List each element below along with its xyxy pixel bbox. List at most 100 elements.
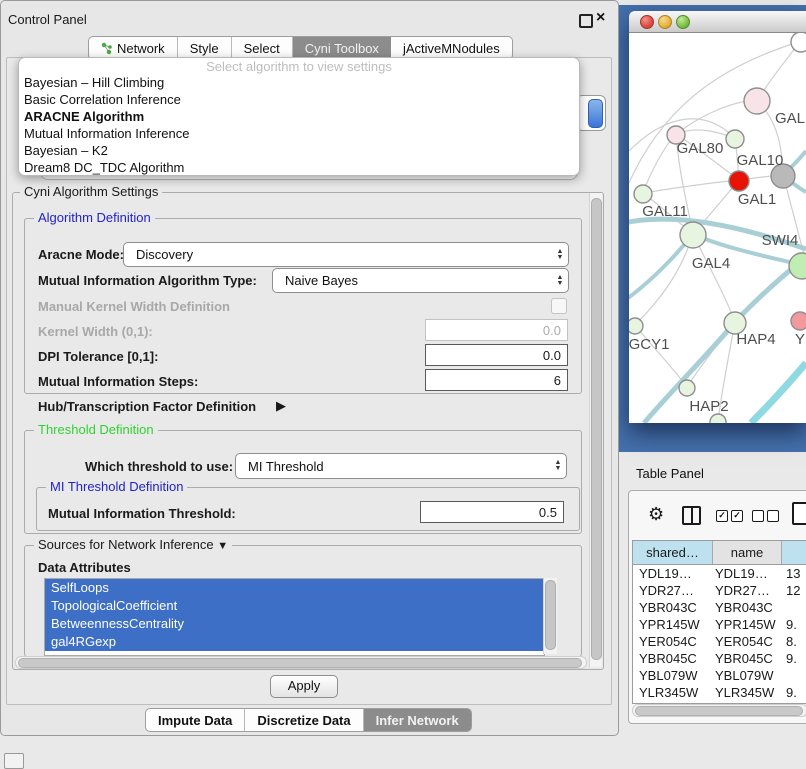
cell: 9. xyxy=(782,684,806,701)
table-row[interactable]: YPR145WYPR145W9. xyxy=(633,616,806,633)
algorithm-option[interactable]: Mutual Information Inference xyxy=(19,125,579,142)
gear-icon[interactable]: ⚙ xyxy=(648,504,664,525)
network-node-gal11[interactable] xyxy=(634,185,652,203)
mi-threshold-label: Mutual Information Threshold: xyxy=(48,506,236,521)
node-label: SWI4 xyxy=(762,232,799,249)
data-attributes-list[interactable]: SelfLoops TopologicalCoefficient Between… xyxy=(44,578,545,656)
cell: YBR043C xyxy=(713,599,782,616)
kernel-width-field[interactable]: 0.0 xyxy=(425,319,568,341)
column-header-partial[interactable] xyxy=(782,541,806,564)
manual-kernel-width-label: Manual Kernel Width Definition xyxy=(38,299,230,314)
tab-jactivemnodules[interactable]: jActiveMNodules xyxy=(391,37,512,59)
inference-algorithm-select[interactable] xyxy=(576,95,606,131)
sources-collapse-icon[interactable]: ▼ xyxy=(217,540,228,552)
scrollbar-thumb[interactable] xyxy=(18,658,582,668)
column-header-shared-name[interactable]: shared… xyxy=(633,541,713,564)
float-icon[interactable] xyxy=(579,14,593,28)
network-node-y[interactable] xyxy=(791,312,806,330)
stepper-highlight xyxy=(588,99,603,128)
split-columns-icon[interactable] xyxy=(682,506,701,525)
node-label: GCY1 xyxy=(629,336,669,353)
tab-network[interactable]: Network xyxy=(89,37,178,59)
scrollbar-thumb[interactable] xyxy=(591,198,602,660)
attribute-item[interactable]: SelfLoops xyxy=(45,579,544,597)
unchecked-box-icon[interactable] xyxy=(767,510,779,522)
attribute-item[interactable]: gal4RGexp xyxy=(45,633,544,651)
mi-steps-field[interactable]: 6 xyxy=(425,369,568,391)
unchecked-box-icon[interactable] xyxy=(752,510,764,522)
cell: YBR045C xyxy=(713,650,782,667)
network-window-titlebar[interactable] xyxy=(629,11,806,33)
hub-expand-icon[interactable]: ▶ xyxy=(276,398,286,414)
table-row[interactable]: YLR345WYLR345W9. xyxy=(633,684,806,701)
hub-definition-label: Hub/Transcription Factor Definition xyxy=(38,399,256,414)
apply-button[interactable]: Apply xyxy=(270,675,338,698)
settings-group-title: Cyni Algorithm Settings xyxy=(20,185,162,199)
mi-algorithm-type-select[interactable]: Naive Bayes ▲ ▼ xyxy=(272,268,569,293)
cell: YER054C xyxy=(713,633,782,650)
attribute-item[interactable]: BetweennessCentrality xyxy=(45,615,544,633)
network-node-hap2[interactable] xyxy=(679,380,695,396)
mi-steps-value: 6 xyxy=(554,373,567,388)
algorithm-option[interactable]: Bayesian – Hill Climbing xyxy=(19,74,579,91)
settings-horizontal-scrollbar[interactable] xyxy=(15,656,587,669)
network-node-swi4[interactable] xyxy=(789,253,806,279)
tab-cyni-toolbox[interactable]: Cyni Toolbox xyxy=(293,37,391,59)
table-row[interactable]: YBR045CYBR045C9. xyxy=(633,650,806,667)
tab-select[interactable]: Select xyxy=(232,37,293,59)
scrollbar-thumb[interactable] xyxy=(545,580,556,650)
network-node-gal4[interactable] xyxy=(680,222,706,248)
algorithm-option[interactable]: Basic Correlation Inference xyxy=(19,91,579,108)
network-tab-icon xyxy=(101,42,113,55)
aracne-mode-label: Aracne Mode: xyxy=(38,247,124,262)
network-node-gal10[interactable] xyxy=(726,130,744,148)
attribute-item[interactable]: TopologicalCoefficient xyxy=(45,597,544,615)
manual-kernel-width-checkbox[interactable] xyxy=(551,298,567,314)
tab-label: Impute Data xyxy=(158,713,232,728)
close-icon[interactable]: × xyxy=(596,8,605,28)
algorithm-option[interactable]: Bayesian – K2 xyxy=(19,142,579,159)
minimize-traffic-light[interactable] xyxy=(658,15,672,29)
tab-discretize-data[interactable]: Discretize Data xyxy=(245,709,363,731)
network-node-gal[interactable] xyxy=(744,88,770,114)
sources-title-text: Sources for Network Inference xyxy=(38,537,214,552)
network-node[interactable] xyxy=(791,33,806,52)
scrollbar-thumb[interactable] xyxy=(635,706,803,716)
tab-style[interactable]: Style xyxy=(178,37,232,59)
node-label: Y xyxy=(795,331,805,348)
network-node-gal1[interactable] xyxy=(729,171,749,191)
sources-group-title: Sources for Network Inference ▼ xyxy=(34,538,232,553)
network-canvas[interactable]: GAL GAL80 GAL10 GAL1 GAL11 GAL4 SWI4 HAP… xyxy=(629,33,806,423)
settings-vertical-scrollbar[interactable] xyxy=(589,193,602,667)
tab-infer-network[interactable]: Infer Network xyxy=(364,709,471,731)
checked-box-icon[interactable]: ✓ xyxy=(716,510,728,522)
table-row[interactable]: YDL19…YDL19…13 xyxy=(633,565,806,582)
tab-label: Infer Network xyxy=(376,713,459,728)
network-node-gcy1[interactable] xyxy=(629,318,643,334)
cell: YPR145W xyxy=(713,616,782,633)
which-threshold-select[interactable]: MI Threshold ▲ ▼ xyxy=(235,453,567,479)
column-header-name[interactable]: name xyxy=(713,541,782,564)
mi-threshold-field[interactable]: 0.5 xyxy=(420,501,564,523)
table-row[interactable]: YER054CYER054C8. xyxy=(633,633,806,650)
which-threshold-value: MI Threshold xyxy=(236,459,550,474)
zoom-traffic-light[interactable] xyxy=(676,15,690,29)
attributes-list-scrollbar[interactable] xyxy=(543,578,557,654)
table-horizontal-scrollbar[interactable] xyxy=(632,704,806,717)
dpi-tolerance-field[interactable]: 0.0 xyxy=(425,344,568,366)
algorithm-option[interactable]: Dream8 DC_TDC Algorithm xyxy=(19,159,579,176)
table-row[interactable]: YDR27…YDR27…12 xyxy=(633,582,806,599)
network-node-bottom[interactable] xyxy=(710,414,726,423)
tab-impute-data[interactable]: Impute Data xyxy=(146,709,245,731)
algorithm-option-selected[interactable]: ARACNE Algorithm xyxy=(19,108,579,125)
table-row[interactable]: YBR043CYBR043C xyxy=(633,599,806,616)
table-panel-title: Table Panel xyxy=(636,466,704,481)
algorithm-placeholder: Select algorithm to view settings xyxy=(19,59,579,74)
table-row[interactable]: YBL079WYBL079W xyxy=(633,667,806,684)
checked-box-icon[interactable]: ✓ xyxy=(731,510,743,522)
corner-grid-icon[interactable] xyxy=(4,753,24,769)
document-icon[interactable] xyxy=(792,502,806,525)
close-traffic-light[interactable] xyxy=(640,15,654,29)
aracne-mode-select[interactable]: Discovery ▲ ▼ xyxy=(123,242,569,267)
node-label: GAL11 xyxy=(642,203,688,220)
